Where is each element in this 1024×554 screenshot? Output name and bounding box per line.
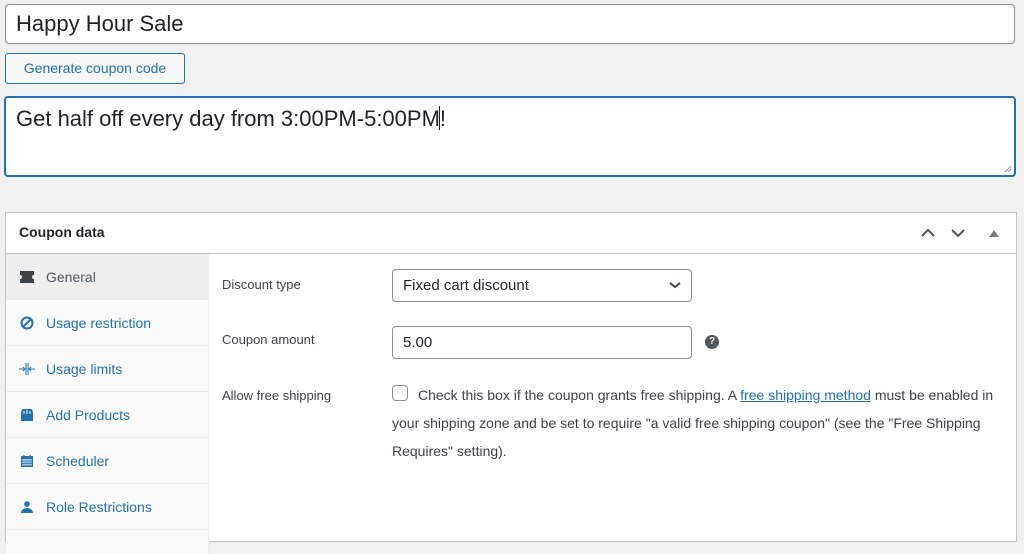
ticket-icon [18,270,36,283]
discount-type-select[interactable]: Fixed cart discount [392,269,692,302]
tab-scheduler[interactable]: Scheduler [6,438,208,484]
tab-label: Role Restrictions [46,498,152,515]
move-up-button[interactable] [918,223,938,243]
toggle-panel-button[interactable] [984,223,1004,243]
free-shipping-text-before: Check this box if the coupon grants free… [418,387,741,403]
free-shipping-checkbox[interactable] [392,385,408,401]
bag-icon [18,408,36,421]
coupon-title-input[interactable]: Happy Hour Sale [5,4,1015,44]
tab-role-restrictions[interactable]: Role Restrictions [6,484,208,530]
tab-label: Add Products [46,406,131,423]
limits-icon [18,362,36,375]
chevron-up-icon [921,228,935,237]
tab-label: General [46,268,96,285]
discount-type-value: Fixed cart discount [403,277,529,294]
user-icon [18,500,36,513]
tab-add-products[interactable]: Add Products [6,392,208,438]
panel-title: Coupon data [19,224,105,240]
generate-coupon-code-button[interactable]: Generate coupon code [5,53,185,84]
triangle-up-icon [989,230,999,237]
panel-header: Coupon data [6,213,1016,254]
move-down-button[interactable] [948,223,968,243]
help-icon[interactable]: ? [705,335,719,349]
chevron-down-icon [669,282,681,289]
resize-handle-icon[interactable] [1004,165,1012,173]
chevron-down-icon [951,229,965,238]
coupon-amount-label: Coupon amount [222,332,315,347]
discount-type-label: Discount type [222,277,301,292]
tab-usage-limits[interactable]: Usage limits [6,346,208,392]
free-shipping-label: Allow free shipping [222,388,332,403]
tab-usage-restriction[interactable]: Usage restriction [6,300,208,346]
free-shipping-method-link[interactable]: free shipping method [740,387,871,403]
coupon-data-tabs: General Usage restriction Usage limits A… [6,254,209,554]
description-text-end: ! [439,106,447,131]
tab-label: Scheduler [46,452,110,469]
tab-general[interactable]: General [6,254,208,300]
tab-label: Usage limits [46,360,123,377]
calendar-icon [18,454,36,467]
free-shipping-description: Check this box if the coupon grants free… [392,381,1002,465]
coupon-data-panel: Coupon data General Usage restriction Us… [5,212,1017,554]
coupon-description-textarea[interactable]: Get half off every day from 3:00PM-5:00P… [4,96,1016,177]
ban-icon [18,316,36,330]
tab-label: Usage restriction [46,314,152,331]
description-text: Get half off every day from 3:00PM-5:00P… [16,106,440,131]
coupon-amount-input[interactable]: 5.00 [392,326,692,359]
